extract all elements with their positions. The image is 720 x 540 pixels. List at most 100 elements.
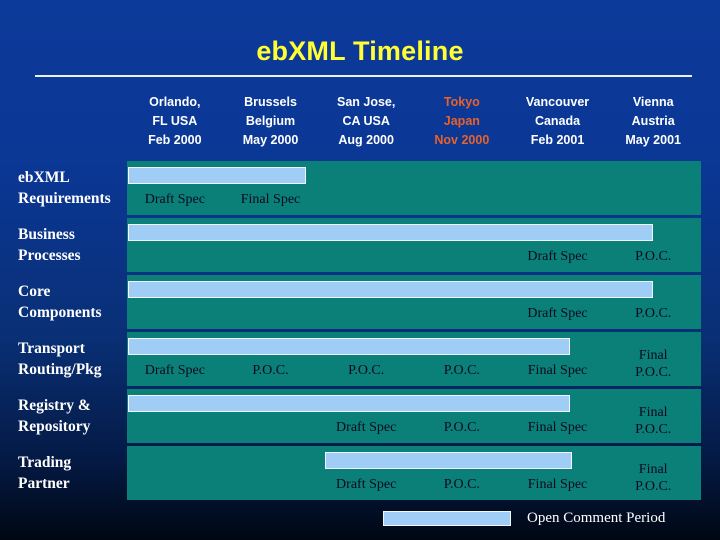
milestone-mark-line: P.O.C. xyxy=(635,422,672,437)
timeline-track: Draft Spec P.O.C. P.O.C. P.O.C. Final Spec Fi… xyxy=(127,332,701,386)
milestone-date: Aug 2000 xyxy=(338,133,394,147)
legend-swatch-open-comment xyxy=(383,510,511,526)
row-label-line1: Trading xyxy=(18,454,72,471)
milestone-mark-text: P.O.C. xyxy=(605,249,701,265)
milestone-mark-line: Draft Spec xyxy=(144,192,205,207)
milestone-city: San Jose, xyxy=(336,95,396,109)
milestone-mark: Final Spec xyxy=(510,332,606,386)
timeline-row-label: Transport Routing/Pkg xyxy=(18,332,130,386)
timeline-marks: Draft Spec Final Spec xyxy=(127,161,701,215)
milestone-mark-line: P.O.C. xyxy=(635,365,672,380)
milestone-mark-text: Final P.O.C. xyxy=(605,404,701,438)
timeline-marks: Draft Spec P.O.C. Final Spec Final P.O.C. xyxy=(127,446,701,500)
milestone-mark-line: P.O.C. xyxy=(443,363,480,378)
milestone-mark-text: P.O.C. xyxy=(414,420,510,436)
milestone-mark-line: P.O.C. xyxy=(635,249,672,264)
milestone-mark-line: Final xyxy=(638,462,668,477)
timeline-rows: ebXML Requirements Draft Spec Final Spec Bus… xyxy=(0,161,720,503)
milestone-city: Vienna xyxy=(632,95,674,109)
milestone-mark-text: Draft Spec xyxy=(510,249,606,265)
milestone-mark-empty xyxy=(414,218,510,272)
title-divider xyxy=(35,75,692,77)
milestone-mark-text: Draft Spec xyxy=(510,306,606,322)
milestone-mark-text: Final Spec xyxy=(510,363,606,379)
timeline-track: Draft Spec Final Spec xyxy=(127,161,701,215)
milestone-mark-empty xyxy=(223,218,319,272)
milestone-date: Feb 2000 xyxy=(148,133,202,147)
timeline-row-label: Trading Partner xyxy=(18,446,130,500)
milestone-region: FL USA xyxy=(152,114,198,128)
milestone-mark-text: P.O.C. xyxy=(414,363,510,379)
milestone-mark-text: Draft Spec xyxy=(318,477,414,493)
milestone-header-6: Vienna Austria May 2001 xyxy=(605,93,701,151)
milestone-mark-empty xyxy=(223,389,319,443)
milestone-mark-empty xyxy=(414,275,510,329)
milestone-date: May 2001 xyxy=(625,133,681,147)
timeline-row: Registry & Repository Draft Spec P.O.C. Fina… xyxy=(0,389,720,443)
slide-canvas: ebXML Timeline Orlando, FL USA Feb 2000 Bru… xyxy=(0,0,720,540)
timeline-track: Draft Spec P.O.C. Final Spec Final P.O.C. xyxy=(127,446,701,500)
milestone-mark: P.O.C. xyxy=(414,446,510,500)
timeline-row-label: Business Processes xyxy=(18,218,130,272)
legend: Open Comment Period xyxy=(383,507,703,529)
milestone-mark-empty xyxy=(127,446,223,500)
milestone-header-3: San Jose, CA USA Aug 2000 xyxy=(318,93,414,151)
timeline-marks: Draft Spec P.O.C. xyxy=(127,275,701,329)
timeline-row-label: Core Components xyxy=(18,275,130,329)
milestone-mark: P.O.C. xyxy=(605,218,701,272)
milestone-region: Japan xyxy=(443,114,480,128)
milestone-mark-text: P.O.C. xyxy=(223,363,319,379)
milestone-mark: Draft Spec xyxy=(127,161,223,215)
milestone-date: May 2000 xyxy=(242,133,299,147)
row-label-line1: Transport xyxy=(18,340,85,357)
page-title: ebXML Timeline xyxy=(256,36,464,66)
timeline-row-label: ebXML Requirements xyxy=(18,161,130,215)
milestone-mark-line: Final Spec xyxy=(240,192,301,207)
milestone-mark-empty xyxy=(414,161,510,215)
milestone-region: Belgium xyxy=(245,114,296,128)
milestone-mark-empty xyxy=(127,275,223,329)
milestone-header-4: Tokyo Japan Nov 2000 xyxy=(414,93,510,151)
milestone-city: Vancouver xyxy=(525,95,590,109)
milestone-header-2: Brussels Belgium May 2000 xyxy=(223,93,319,151)
timeline-marks: Draft Spec P.O.C. xyxy=(127,218,701,272)
timeline-row: Trading Partner Draft Spec P.O.C. Final Spec… xyxy=(0,446,720,500)
milestone-mark-text: Final Spec xyxy=(223,192,319,208)
milestone-header-1: Orlando, FL USA Feb 2000 xyxy=(127,93,223,151)
row-label-line2: Components xyxy=(18,304,102,321)
milestone-mark-line: Draft Spec xyxy=(144,363,205,378)
timeline-marks: Draft Spec P.O.C. P.O.C. P.O.C. Final Spec Fi… xyxy=(127,332,701,386)
milestone-mark-empty xyxy=(605,161,701,215)
milestone-mark-text: Final P.O.C. xyxy=(605,347,701,381)
milestone-mark-empty xyxy=(318,275,414,329)
milestone-city: Brussels xyxy=(244,95,297,109)
timeline-row-label: Registry & Repository xyxy=(18,389,130,443)
milestone-mark-line: Draft Spec xyxy=(336,477,397,492)
row-label-line1: Registry & xyxy=(18,397,91,414)
milestone-mark-empty xyxy=(318,161,414,215)
milestone-mark-line: Final Spec xyxy=(527,477,588,492)
milestone-mark: Final P.O.C. xyxy=(605,446,701,500)
legend-label: Open Comment Period xyxy=(527,509,666,526)
milestone-mark-text: Final P.O.C. xyxy=(605,461,701,495)
timeline-marks: Draft Spec P.O.C. Final Spec Final P.O.C. xyxy=(127,389,701,443)
milestone-mark-line: Final Spec xyxy=(527,363,588,378)
timeline-row: Core Components Draft Spec P.O.C. xyxy=(0,275,720,329)
milestone-mark-empty xyxy=(510,161,606,215)
milestone-mark: Final P.O.C. xyxy=(605,332,701,386)
milestone-mark: P.O.C. xyxy=(414,389,510,443)
milestone-mark-text: Draft Spec xyxy=(318,420,414,436)
milestone-mark: P.O.C. xyxy=(414,332,510,386)
milestone-mark: P.O.C. xyxy=(318,332,414,386)
row-label-line1: Core xyxy=(18,283,51,300)
milestone-mark-empty xyxy=(223,446,319,500)
milestone-mark-empty xyxy=(127,218,223,272)
milestone-mark-line: Final xyxy=(638,348,668,363)
milestone-mark-text: P.O.C. xyxy=(605,306,701,322)
milestone-mark-line: Draft Spec xyxy=(527,306,588,321)
milestone-region: Canada xyxy=(534,114,581,128)
timeline-track: Draft Spec P.O.C. Final Spec Final P.O.C. xyxy=(127,389,701,443)
milestone-mark-empty xyxy=(127,389,223,443)
row-label-line2: Requirements xyxy=(18,190,111,207)
timeline-row: ebXML Requirements Draft Spec Final Spec xyxy=(0,161,720,215)
